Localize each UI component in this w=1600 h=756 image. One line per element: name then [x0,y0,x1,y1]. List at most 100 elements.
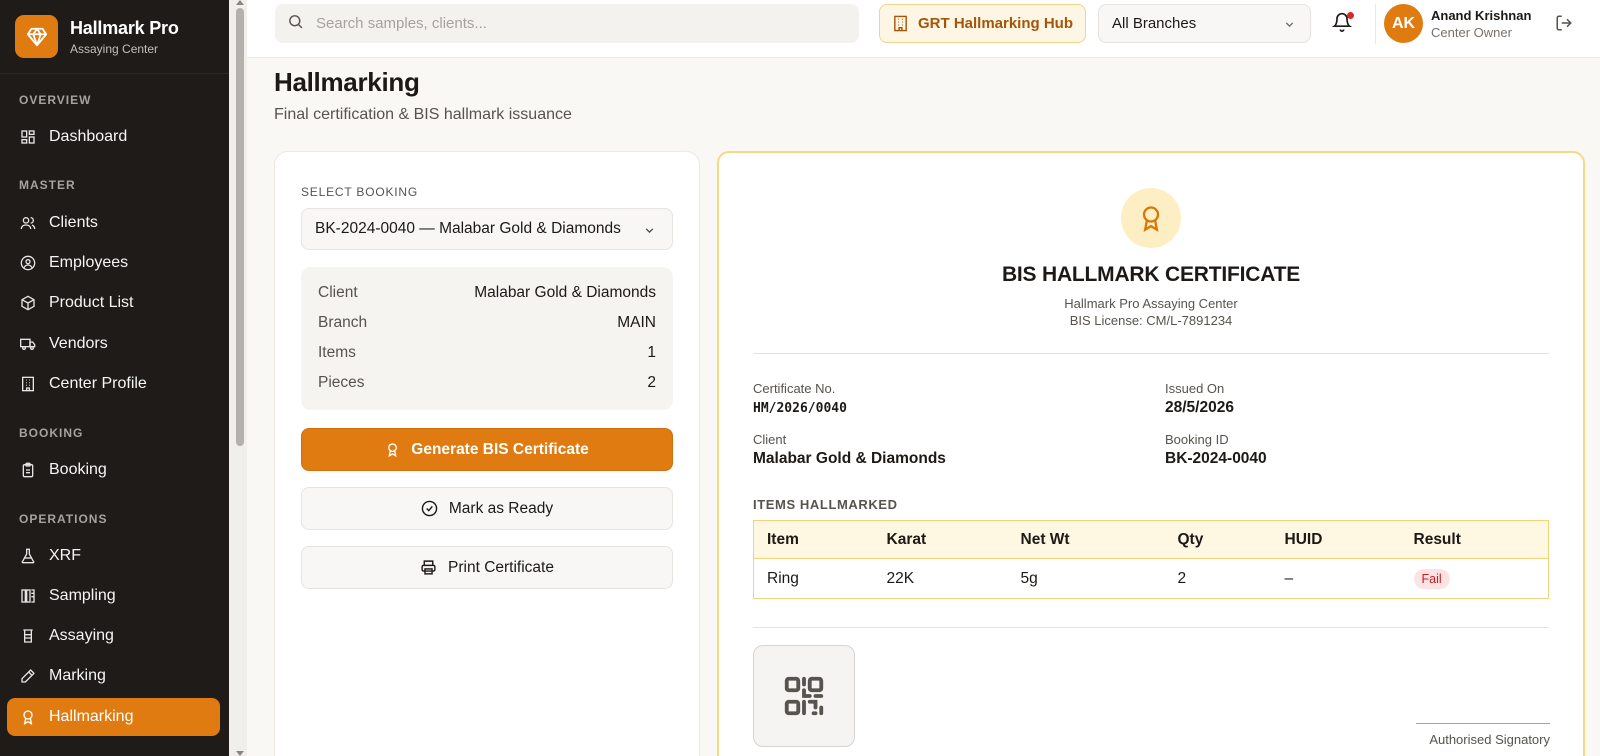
scroll-up-arrow-icon[interactable] [236,0,244,5]
users-icon [20,215,36,231]
user-name: Anand Krishnan [1431,8,1532,23]
info-row-branch: Branch MAIN [318,308,656,338]
scroll-thumb[interactable] [236,8,244,446]
info-value: 1 [647,344,656,361]
info-key: Branch [318,314,368,331]
info-row-pieces: Pieces 2 [318,368,656,398]
column-header: Net Wt [1007,520,1165,559]
sidebar-item-hallmarking[interactable]: Hallmarking [7,698,220,736]
sidebar-item-marking[interactable]: Marking [7,657,220,695]
certificate-org: Hallmark Pro Assaying Center [1064,296,1238,311]
signatory-label: Authorised Signatory [1429,732,1550,747]
search-icon [287,13,304,35]
divider [753,627,1549,628]
nav-section-booking: BOOKING [19,426,84,440]
hub-switcher-button[interactable]: GRT Hallmarking Hub [879,4,1086,43]
cell-huid: – [1284,569,1294,587]
cell-result: Fail [1401,559,1549,599]
beaker-icon [20,628,36,644]
items-table: Item Karat Net Wt Qty HUID Result Ring 2… [753,520,1549,599]
sidebar-item-label: XRF [49,547,81,564]
user-role: Center Owner [1431,25,1512,40]
sidebar-item-label: Clients [49,214,98,231]
certificate-license: BIS License: CM/L-7891234 [1069,313,1233,328]
cert-no-value: HM/2026/0040 [753,401,847,416]
topbar: GRT Hallmarking Hub All Branches AK Anan… [247,0,1600,58]
table-header-row: Item Karat Net Wt Qty HUID Result [753,520,1549,559]
pen-icon [20,668,36,684]
certificate-preview: BIS HALLMARK CERTIFICATE Hallmark Pro As… [717,151,1585,756]
brand-name: Hallmark Pro [70,17,179,38]
flask-icon [20,548,36,564]
client-label: Client [753,432,787,447]
building-icon [20,376,36,392]
booking-select[interactable]: BK-2024-0040 — Malabar Gold & Diamonds [301,208,673,250]
cell-karat: 22K [886,569,915,587]
sidebar-item-label: Employees [49,254,129,271]
diamond-icon [15,15,58,58]
booking-selected-value: BK-2024-0040 — Malabar Gold & Diamonds [315,220,621,237]
brand[interactable]: Hallmark Pro Assaying Center [0,0,229,74]
booking-info-box: Client Malabar Gold & Diamonds Branch MAIN… [301,267,673,410]
sidebar-scrollbar[interactable] [229,0,247,756]
sidebar-item-assaying[interactable]: Assaying [7,617,220,655]
sidebar-item-center-profile[interactable]: Center Profile [7,365,220,403]
printer-icon [420,559,437,576]
sidebar-item-label: Hallmarking [49,708,134,725]
notification-dot [1347,12,1354,19]
column-header: Result [1400,520,1549,559]
info-key: Pieces [318,374,365,391]
issued-on-value: 28/5/2026 [1165,399,1234,416]
sidebar-item-product-list[interactable]: Product List [7,284,220,322]
building-icon [892,15,909,32]
info-value: 2 [647,374,656,391]
divider [1375,4,1376,44]
signature-line [1416,723,1550,724]
page-subtitle: Final certification & BIS hallmark issua… [274,106,572,123]
award-icon [20,709,36,725]
cell-qty: 2 [1177,569,1187,587]
dashboard-icon [20,129,36,145]
print-certificate-button[interactable]: Print Certificate [301,546,673,589]
columns-icon [20,588,36,604]
sidebar-item-label: Vendors [49,335,108,352]
sidebar-item-clients[interactable]: Clients [7,204,220,242]
notification-bell-icon[interactable] [1331,12,1356,36]
sidebar-item-vendors[interactable]: Vendors [7,325,220,363]
logout-icon[interactable] [1555,14,1573,37]
branch-select[interactable]: All Branches [1098,4,1311,43]
sidebar-item-employees[interactable]: Employees [7,244,220,282]
column-header: HUID [1271,520,1401,559]
user-circle-icon [20,255,36,271]
generate-certificate-button[interactable]: Generate BIS Certificate [301,428,673,471]
cell-net-wt: 5g [1020,569,1038,587]
clipboard-icon [20,462,36,478]
sidebar-item-label: Center Profile [49,375,147,392]
sidebar-item-label: Booking [49,461,107,478]
search-input[interactable] [316,15,816,32]
award-icon [385,442,400,457]
column-header: Item [753,520,874,559]
avatar[interactable]: AK [1384,4,1423,43]
status-badge: Fail [1413,568,1450,589]
info-value: Malabar Gold & Diamonds [474,284,656,301]
chevron-down-icon [643,224,656,242]
mark-ready-label: Mark as Ready [448,499,554,517]
sidebar-item-booking[interactable]: Booking [7,451,220,489]
sidebar-item-sampling[interactable]: Sampling [7,577,220,615]
sidebar-item-dashboard[interactable]: Dashboard [7,118,220,156]
qr-code-icon [753,645,855,747]
search-box[interactable] [275,4,859,43]
chevron-down-icon [1283,18,1296,35]
hub-label: GRT Hallmarking Hub [917,15,1074,32]
cell-item: Ring [767,569,799,587]
sidebar-item-xrf[interactable]: XRF [7,537,220,575]
divider [753,353,1549,354]
check-circle-icon [421,500,438,517]
truck-icon [20,336,36,352]
generate-label: Generate BIS Certificate [411,440,589,458]
mark-ready-button[interactable]: Mark as Ready [301,487,673,530]
scroll-down-arrow-icon[interactable] [236,751,244,756]
award-icon [1121,188,1181,248]
sidebar-item-label: Product List [49,294,134,311]
